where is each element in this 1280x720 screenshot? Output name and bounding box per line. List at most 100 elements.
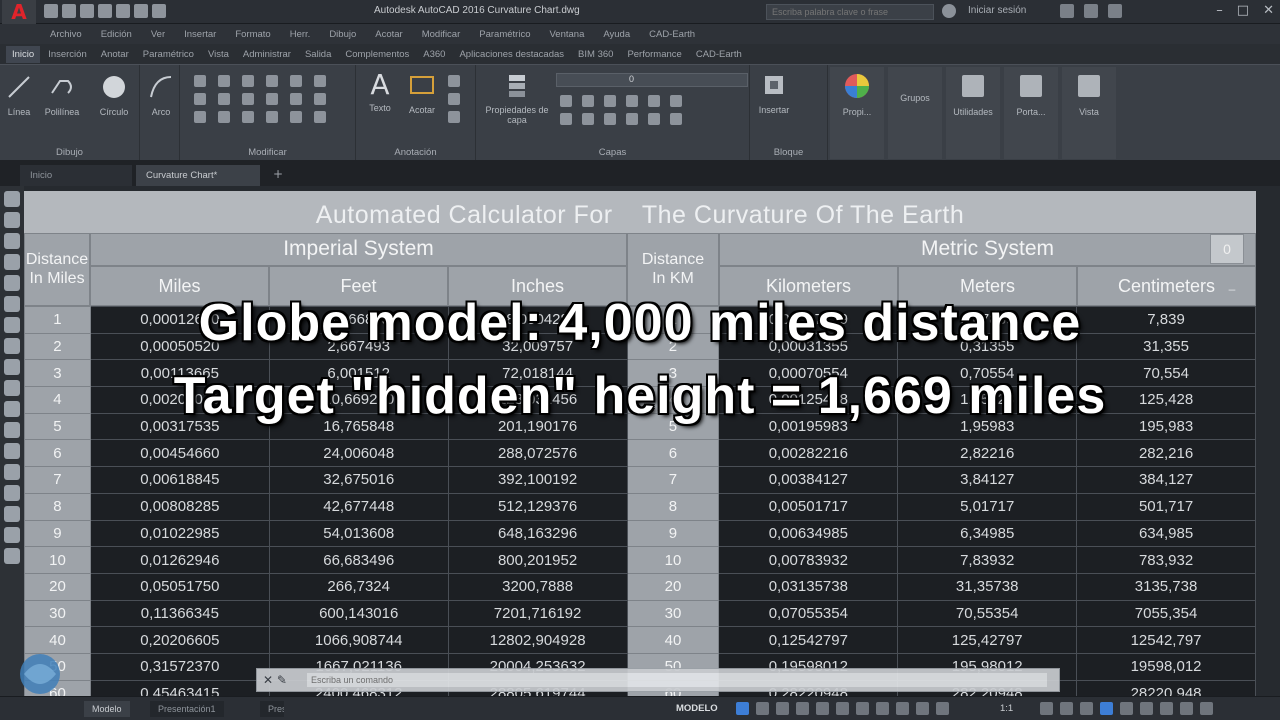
menu-ver[interactable]: Ver (151, 29, 165, 40)
tab-a360[interactable]: A360 (417, 46, 451, 63)
trim-icon[interactable] (242, 75, 254, 87)
groups-button[interactable]: Grupos (888, 67, 942, 159)
command-close-icon[interactable]: ✕ ✎ (263, 673, 287, 687)
redo-icon[interactable] (152, 4, 166, 18)
layer-copy-icon[interactable] (648, 113, 660, 125)
layer-lock-icon[interactable] (626, 95, 638, 107)
add-icon[interactable] (1060, 702, 1073, 715)
move-icon[interactable] (194, 75, 206, 87)
modify-panel-label[interactable]: Modificar (180, 147, 355, 158)
tab-cad-earth[interactable]: CAD-Earth (690, 46, 748, 63)
layer-current-icon[interactable] (670, 95, 682, 107)
polyline-tool[interactable]: Polilínea (38, 73, 86, 117)
layer-walk-icon[interactable] (670, 113, 682, 125)
tool-icon-4[interactable] (4, 254, 20, 270)
help-icon[interactable] (1108, 4, 1122, 18)
polar-icon[interactable] (796, 702, 809, 715)
tab-anotar[interactable]: Anotar (95, 46, 135, 63)
properties-button[interactable]: Propi... (830, 67, 884, 159)
grid-icon[interactable] (736, 702, 749, 715)
new-tab-icon[interactable]: + (268, 168, 288, 182)
arc-tool[interactable]: Arco (146, 73, 176, 117)
tool-icon-16[interactable] (4, 506, 20, 522)
menu-modificar[interactable]: Modificar (422, 29, 461, 40)
layer-match-icon[interactable] (648, 95, 660, 107)
menu-parametrico[interactable]: Paramétrico (479, 29, 530, 40)
tool-icon-2[interactable] (4, 212, 20, 228)
tool-icon-13[interactable] (4, 443, 20, 459)
doc-tab-curvature-chart[interactable]: Curvature Chart* (136, 165, 260, 186)
units-icon[interactable] (1080, 702, 1093, 715)
edit-icon[interactable] (314, 111, 326, 123)
text-tool[interactable]: A Texto (362, 71, 398, 114)
chamfer-icon[interactable] (194, 111, 206, 123)
tab-complementos[interactable]: Complementos (339, 46, 415, 63)
layer-unisolate-icon[interactable] (582, 113, 594, 125)
selection-cycle-icon[interactable] (916, 702, 929, 715)
tab-insercion[interactable]: Inserción (42, 46, 93, 63)
tab-aplicaciones[interactable]: Aplicaciones destacadas (453, 46, 570, 63)
tool-icon-15[interactable] (4, 485, 20, 501)
view-button[interactable]: Vista (1062, 67, 1116, 159)
layer-thaw-icon[interactable] (604, 113, 616, 125)
a360-icon[interactable] (1084, 4, 1098, 18)
annotation-visibility-icon[interactable] (936, 702, 949, 715)
plot-icon[interactable] (116, 4, 130, 18)
exchange-icon[interactable] (1060, 4, 1074, 18)
workspace-icon[interactable] (1040, 702, 1053, 715)
tab-vista[interactable]: Vista (202, 46, 235, 63)
align-icon[interactable] (266, 111, 278, 123)
layout-tab-presentation2[interactable]: Presentación2 (260, 701, 284, 717)
menu-edicion[interactable]: Edición (101, 29, 132, 40)
layer-off-icon[interactable] (560, 95, 572, 107)
open-file-icon[interactable] (62, 4, 76, 18)
menu-ventana[interactable]: Ventana (549, 29, 584, 40)
draw-panel-label[interactable]: Dibujo (0, 147, 139, 158)
tool-icon-5[interactable] (4, 275, 20, 291)
isodraft-icon[interactable] (816, 702, 829, 715)
layer-isolate-icon[interactable] (582, 95, 594, 107)
close-icon[interactable]: ✕ (1263, 3, 1274, 18)
lineweight-icon[interactable] (876, 702, 889, 715)
tab-salida[interactable]: Salida (299, 46, 337, 63)
menu-cad-earth[interactable]: CAD-Earth (649, 29, 695, 40)
maximize-icon[interactable]: □ (1237, 3, 1249, 18)
layer-freeze-icon[interactable] (604, 95, 616, 107)
array-icon[interactable] (290, 93, 302, 105)
block-panel-label[interactable]: Bloque (750, 147, 827, 158)
menu-acotar[interactable]: Acotar (375, 29, 402, 40)
menu-dibujo[interactable]: Dibujo (329, 29, 356, 40)
line-tool[interactable]: Línea (4, 73, 34, 117)
annotate-more-icon[interactable] (448, 111, 460, 123)
layer-on-icon[interactable] (560, 113, 572, 125)
search-input[interactable] (766, 4, 934, 20)
snap-icon[interactable] (756, 702, 769, 715)
settings-icon[interactable] (1180, 702, 1193, 715)
leader-icon[interactable] (448, 75, 460, 87)
dimension-tool[interactable]: Acotar (402, 71, 442, 115)
clipboard-button[interactable]: Porta... (1004, 67, 1058, 159)
drawing-canvas[interactable]: Automated Calculator For The Curvature O… (24, 186, 1280, 708)
hardware-icon[interactable] (1120, 702, 1133, 715)
clean-screen-icon[interactable] (1140, 702, 1153, 715)
undo-icon[interactable] (134, 4, 148, 18)
break-icon[interactable] (218, 111, 230, 123)
explode-icon[interactable] (218, 93, 230, 105)
minimize-icon[interactable]: – (1216, 3, 1223, 18)
fullscreen-icon[interactable] (1200, 702, 1213, 715)
menu-herr[interactable]: Herr. (290, 29, 311, 40)
layer-unlock-icon[interactable] (626, 113, 638, 125)
utilities-button[interactable]: Utilidades (946, 67, 1000, 159)
insert-block-tool[interactable]: Insertar (752, 71, 796, 115)
customize-icon[interactable] (1160, 702, 1173, 715)
layer-properties-tool[interactable]: Propiedades de capa (482, 71, 552, 125)
save-as-icon[interactable] (98, 4, 112, 18)
stretch-icon[interactable] (242, 93, 254, 105)
osnap-icon[interactable] (836, 702, 849, 715)
autocad-logo-button[interactable]: A (2, 0, 36, 26)
ortho-icon[interactable] (776, 702, 789, 715)
menu-archivo[interactable]: Archivo (50, 29, 82, 40)
signin-link[interactable]: Iniciar sesión (968, 5, 1026, 16)
layout-tab-model[interactable]: Modelo (84, 701, 130, 717)
tab-performance[interactable]: Performance (621, 46, 687, 63)
